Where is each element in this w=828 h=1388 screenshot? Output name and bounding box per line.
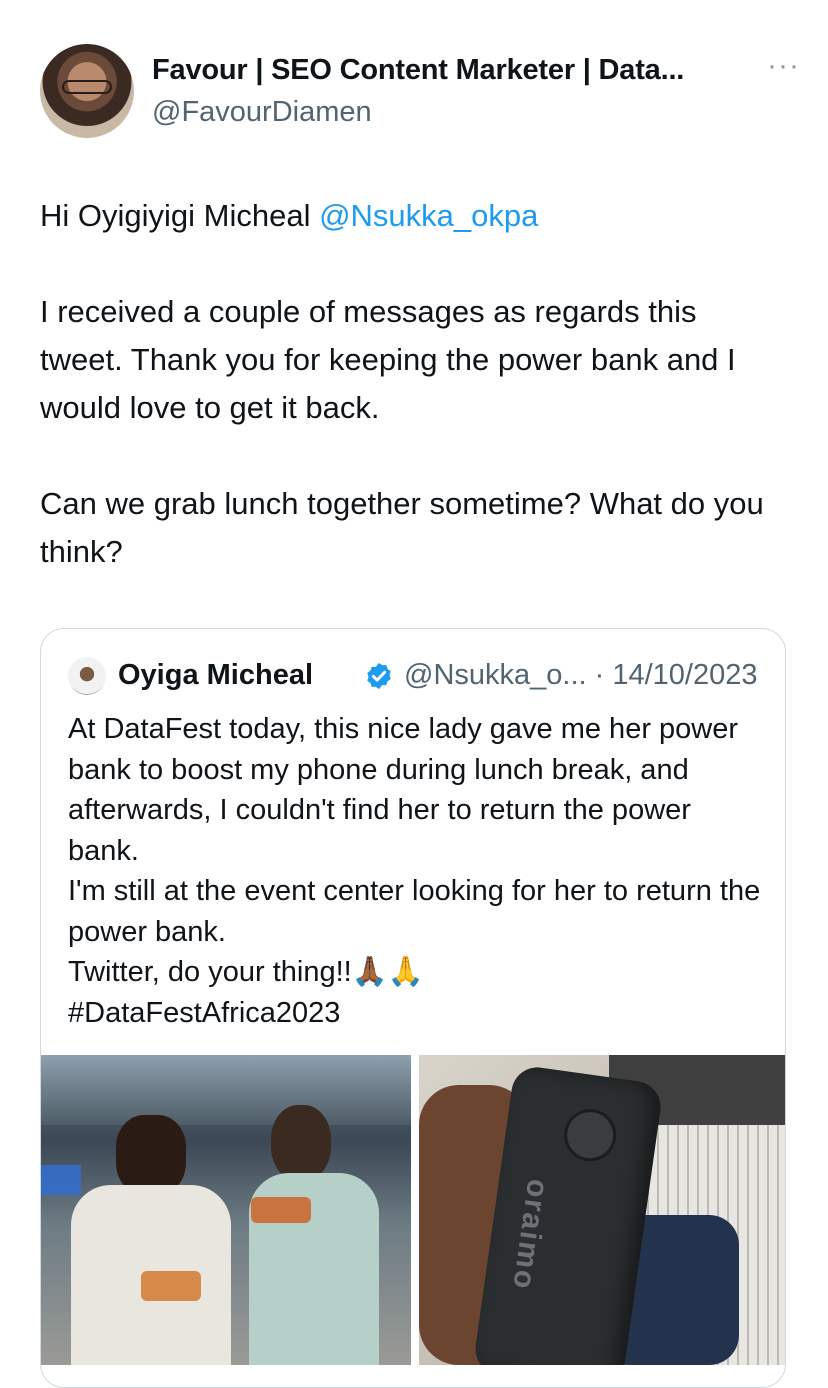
tweet-header: Favour | SEO Content Marketer | Data... … [40, 44, 800, 140]
avatar-glasses [62, 80, 112, 94]
quoted-line: At DataFest today, this nice lady gave m… [68, 713, 739, 867]
quoted-author-name[interactable]: Oyiga Micheal [118, 659, 313, 692]
quoted-media: oraimo [41, 1055, 785, 1387]
author-handle[interactable]: @FavourDiamen [152, 96, 372, 129]
quoted-line: Twitter, do your thing!!🙏🏾🙏 [68, 956, 424, 988]
photo-power-bank[interactable]: oraimo [419, 1055, 785, 1365]
quoted-tweet-card[interactable]: Oyiga Micheal @Nsukka_o... · 14/10/2023 … [40, 628, 786, 1388]
quoted-author-avatar[interactable] [68, 657, 106, 695]
quoted-hashtag[interactable]: #DataFestAfrica2023 [68, 993, 768, 1034]
greeting-text: Hi Oyigiyigi Micheal [40, 198, 320, 233]
tweet-paragraph: I received a couple of messages as regar… [40, 294, 736, 425]
power-bank-brand: oraimo [506, 1177, 555, 1293]
author-name[interactable]: Favour | SEO Content Marketer | Data... [152, 54, 684, 87]
quoted-tweet-text: At DataFest today, this nice lady gave m… [68, 709, 768, 1033]
author-avatar[interactable] [40, 44, 134, 138]
verified-badge-icon [367, 662, 391, 690]
more-options-icon[interactable]: ··· [767, 51, 800, 81]
tweet-text: Hi Oyigiyigi Micheal @Nsukka_okpa I rece… [40, 192, 780, 576]
mention-link[interactable]: @Nsukka_okpa [319, 198, 538, 233]
tweet-paragraph: Can we grab lunch together sometime? Wha… [40, 486, 764, 569]
tweet-greeting: Hi Oyigiyigi Micheal @Nsukka_okpa [40, 192, 780, 240]
quoted-handle-date[interactable]: @Nsukka_o... · 14/10/2023 [404, 659, 757, 692]
quoted-tweet-header: Oyiga Micheal @Nsukka_o... · 14/10/2023 [68, 657, 768, 697]
photo-event-lunch[interactable] [41, 1055, 411, 1365]
power-bank-button [560, 1105, 620, 1165]
quoted-line: I'm still at the event center looking fo… [68, 875, 761, 948]
